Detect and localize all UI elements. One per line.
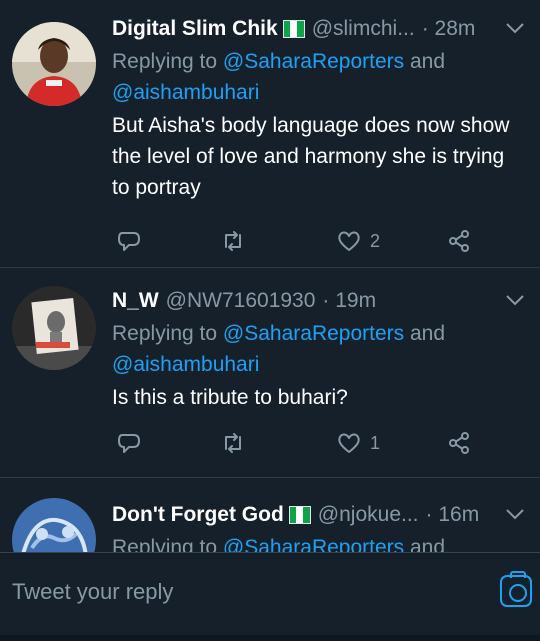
replying-to-label: Replying to [112,50,223,73]
mention-link[interactable]: @aishambuhari [112,353,259,376]
timestamp: · 16m [425,503,480,526]
retweet-icon [225,231,241,251]
nigeria-flag-icon [288,506,311,524]
like-count: 2 [370,230,381,251]
mention-link[interactable]: @aishambuhari [112,81,259,104]
display-name[interactable]: N_W [112,289,159,313]
username[interactable]: @NW71601930 [166,289,316,313]
avatar[interactable] [12,498,96,552]
mention-link[interactable]: @SaharaReporters [223,50,404,73]
mention-link[interactable]: @SaharaReporters [223,536,404,552]
like-icon [338,433,360,453]
like-button[interactable]: 2 [336,228,380,254]
share-button[interactable] [446,430,472,456]
tweet-header: Don't Forget God @njokue... · 16m [112,500,526,530]
reply-composer[interactable]: Tweet your reply [0,552,540,641]
like-count: 1 [370,432,381,453]
tweet-header: N_W @NW71601930 · 19m [112,286,526,316]
retweet-button[interactable] [220,228,246,254]
retweet-icon [225,433,241,453]
chevron-down-icon[interactable] [504,506,526,522]
tweet-actions: 1 [112,428,492,458]
camera-icon[interactable] [500,571,532,607]
tweet-actions: 2 [112,226,492,256]
replying-to-and: and [404,536,446,552]
like-icon [338,231,360,251]
timestamp: · 28m [421,17,476,40]
display-name[interactable]: Don't Forget God [112,503,284,527]
chevron-down-icon[interactable] [504,20,526,36]
display-name[interactable]: Digital Slim Chik [112,17,278,41]
reply-icon [118,232,140,251]
like-button[interactable]: 1 [336,430,380,456]
share-icon [449,432,469,454]
chevron-down-icon[interactable] [504,292,526,308]
timestamp: · 19m [322,289,377,312]
retweet-button[interactable] [220,430,246,456]
replying-to-and: and [404,50,446,73]
replying-to: Replying to @SaharaReporters and @aisham… [112,318,526,380]
mention-link[interactable]: @SaharaReporters [223,322,404,345]
avatar[interactable] [12,22,96,106]
avatar[interactable] [12,286,96,370]
reply-icon [118,434,140,453]
replying-to-and: and [404,322,446,345]
replying-to-label: Replying to [112,322,223,345]
share-button[interactable] [446,228,472,254]
username[interactable]: @slimchi... [312,17,415,41]
nigeria-flag-icon [282,20,305,38]
tweet-header: Digital Slim Chik @slimchi... · 28m [112,14,526,44]
reply-feed: Digital Slim Chik @slimchi... · 28m Repl… [0,0,540,552]
replying-to-label: Replying to [112,536,223,552]
reply-input[interactable]: Tweet your reply [12,579,173,605]
username[interactable]: @njokue... [318,503,419,527]
tweet-text: Is this a tribute to buhari? [112,386,348,409]
reply-button[interactable] [116,228,142,254]
replying-to: Replying to @SaharaReporters and @aisham… [112,46,526,108]
tweet[interactable]: Don't Forget God @njokue... · 16m Replyi… [0,478,540,552]
reply-button[interactable] [116,430,142,456]
share-icon [449,230,469,252]
replying-to: Replying to @SaharaReporters and [112,532,526,552]
tweet-text: But Aisha's body language does now show … [112,114,510,199]
bottom-edge [0,635,540,641]
